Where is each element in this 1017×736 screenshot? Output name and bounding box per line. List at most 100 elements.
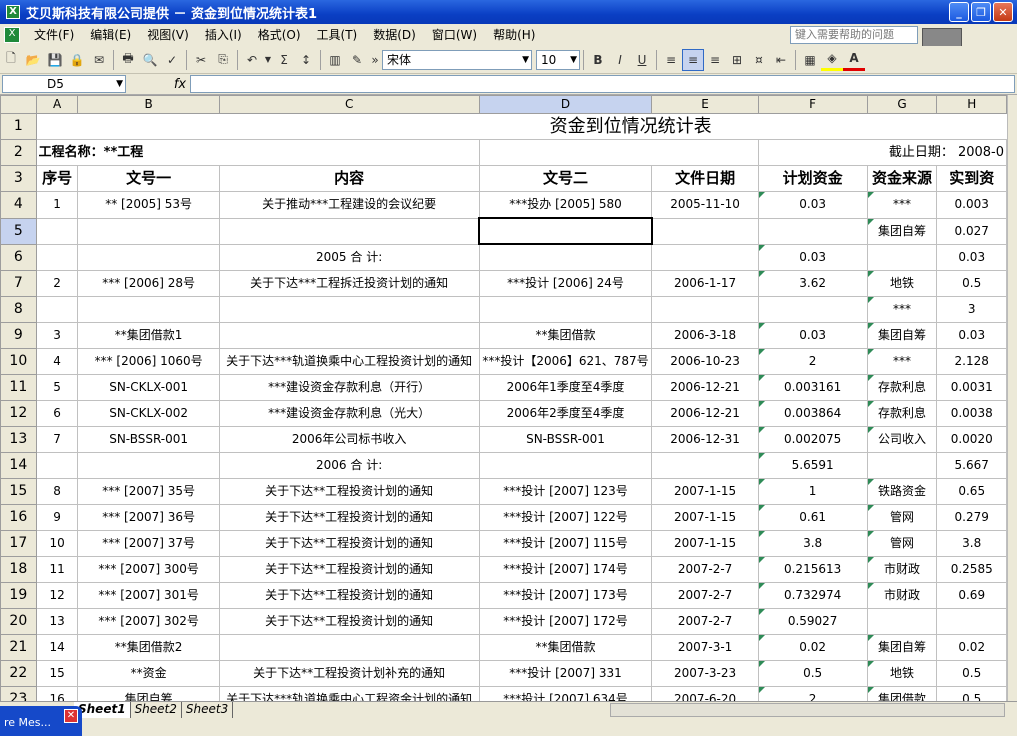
header-cell[interactable]: 资金来源: [866, 165, 938, 192]
cell[interactable]: 2006-12-31: [651, 425, 759, 453]
cell[interactable]: [866, 451, 938, 479]
cell[interactable]: [35, 295, 79, 323]
menu-data[interactable]: 数据(D): [365, 24, 424, 46]
row-header[interactable]: 9: [0, 321, 37, 349]
cell[interactable]: [651, 217, 759, 245]
cell[interactable]: 0.65: [936, 477, 1007, 505]
menu-insert[interactable]: 插入(I): [197, 24, 250, 46]
cell[interactable]: **集团借款: [478, 321, 653, 349]
cell[interactable]: 0.279: [936, 503, 1007, 531]
cell[interactable]: ***投计 [2007] 174号: [478, 555, 653, 583]
cell[interactable]: 2006-1-17: [651, 269, 759, 297]
cell[interactable]: 0.5: [936, 269, 1007, 297]
cell[interactable]: **集团借款: [478, 633, 653, 661]
row-header[interactable]: 5: [0, 217, 37, 245]
cell[interactable]: 3.8: [757, 529, 868, 557]
cell[interactable]: **资金: [77, 659, 220, 687]
cell[interactable]: [218, 295, 480, 323]
cell[interactable]: *** [2006] 1060号: [77, 347, 220, 375]
cell[interactable]: *** [2007] 301号: [77, 581, 220, 609]
cell[interactable]: 市财政: [866, 555, 938, 583]
cell[interactable]: 2006-12-21: [651, 373, 759, 401]
cell[interactable]: 7: [35, 425, 79, 453]
cell[interactable]: 关于下达***轨道换乘中心工程资金计划的通知: [218, 685, 480, 701]
cell[interactable]: [478, 139, 759, 166]
row-header[interactable]: 7: [0, 269, 37, 297]
cell[interactable]: ***投计 [2007] 115号: [478, 529, 653, 557]
cell[interactable]: 关于下达**工程投资计划的通知: [218, 581, 480, 609]
row-header[interactable]: 10: [0, 347, 37, 375]
column-header[interactable]: F: [757, 95, 868, 114]
header-cell[interactable]: 文号二: [478, 165, 653, 192]
row-header[interactable]: 23: [0, 685, 37, 701]
header-cell[interactable]: 实到资: [936, 165, 1007, 192]
cell[interactable]: 13: [35, 607, 79, 635]
header-cell[interactable]: 计划资金: [757, 165, 868, 192]
cell[interactable]: ***投计 [2007] 123号: [478, 477, 653, 505]
bold-icon[interactable]: B: [587, 49, 609, 71]
cell[interactable]: 0.0031: [936, 373, 1007, 401]
row-header[interactable]: 4: [0, 191, 37, 219]
cell[interactable]: 3.8: [936, 529, 1007, 557]
menu-file[interactable]: 文件(F): [26, 24, 82, 46]
cell[interactable]: [77, 295, 220, 323]
cell[interactable]: 存款利息: [866, 399, 938, 427]
cell[interactable]: 市财政: [866, 581, 938, 609]
cell[interactable]: 2005-11-10: [651, 191, 759, 219]
cell[interactable]: [651, 243, 759, 271]
cell[interactable]: 关于下达**工程投资计划的通知: [218, 529, 480, 557]
cell[interactable]: 关于下达**工程投资计划的通知: [218, 607, 480, 635]
cell[interactable]: ***: [866, 295, 938, 323]
minimize-button[interactable]: _: [949, 2, 969, 22]
cell[interactable]: [757, 295, 868, 323]
cell[interactable]: 2006-10-23: [651, 347, 759, 375]
header-cell[interactable]: 文号一: [77, 165, 220, 192]
cell[interactable]: ***投计 [2007] 172号: [478, 607, 653, 635]
align-left-icon[interactable]: ≡: [660, 49, 682, 71]
decrease-indent-icon[interactable]: ⇤: [770, 49, 792, 71]
font-color-icon[interactable]: A: [843, 49, 865, 71]
active-cell[interactable]: [478, 217, 653, 245]
print-preview-icon[interactable]: 🔍: [139, 49, 161, 71]
spelling-icon[interactable]: ✓: [161, 49, 183, 71]
row-header[interactable]: 18: [0, 555, 37, 583]
cell[interactable]: [651, 451, 759, 479]
cell[interactable]: 管网: [866, 503, 938, 531]
header-cell[interactable]: 文件日期: [651, 165, 759, 192]
cell[interactable]: 5: [35, 373, 79, 401]
cell[interactable]: 0.5: [757, 659, 868, 687]
cell[interactable]: 0.215613: [757, 555, 868, 583]
help-search-input[interactable]: 键入需要帮助的问题: [790, 26, 918, 44]
vertical-scrollbar[interactable]: [1007, 95, 1017, 701]
cell[interactable]: 关于下达**工程投资计划补充的通知: [218, 659, 480, 687]
row-header[interactable]: 20: [0, 607, 37, 635]
open-icon[interactable]: 📂: [22, 49, 44, 71]
row-header[interactable]: 14: [0, 451, 37, 479]
select-all-corner[interactable]: [0, 95, 37, 114]
cell[interactable]: 11: [35, 555, 79, 583]
cell[interactable]: ***投计【2006】621、787号: [478, 347, 653, 375]
cell[interactable]: 0.0038: [936, 399, 1007, 427]
cell[interactable]: [478, 451, 653, 479]
cell[interactable]: [35, 451, 79, 479]
cell[interactable]: 2006年1季度至4季度: [478, 373, 653, 401]
cell[interactable]: 2007-2-7: [651, 607, 759, 635]
notification-popup[interactable]: re Mes... ✕: [0, 706, 82, 736]
cell[interactable]: 集团自筹: [866, 321, 938, 349]
column-header[interactable]: E: [651, 95, 759, 114]
sort-ascending-icon[interactable]: ↕: [295, 49, 317, 71]
cell[interactable]: 0.59027: [757, 607, 868, 635]
cell[interactable]: 2006年公司标书收入: [218, 425, 480, 453]
cell[interactable]: 关于下达***工程拆迁投资计划的通知: [218, 269, 480, 297]
row-header[interactable]: 8: [0, 295, 37, 323]
font-size-select[interactable]: 10 ▼: [536, 49, 580, 70]
name-box[interactable]: D5 ▼: [2, 75, 126, 93]
cell[interactable]: 关于下达**工程投资计划的通知: [218, 477, 480, 505]
cell[interactable]: 集团自筹: [866, 633, 938, 661]
cell[interactable]: [77, 217, 220, 245]
row-header[interactable]: 16: [0, 503, 37, 531]
underline-icon[interactable]: U: [631, 49, 653, 71]
cell[interactable]: 0.03: [936, 321, 1007, 349]
cell[interactable]: 16: [35, 685, 79, 701]
cell[interactable]: 0.0020: [936, 425, 1007, 453]
